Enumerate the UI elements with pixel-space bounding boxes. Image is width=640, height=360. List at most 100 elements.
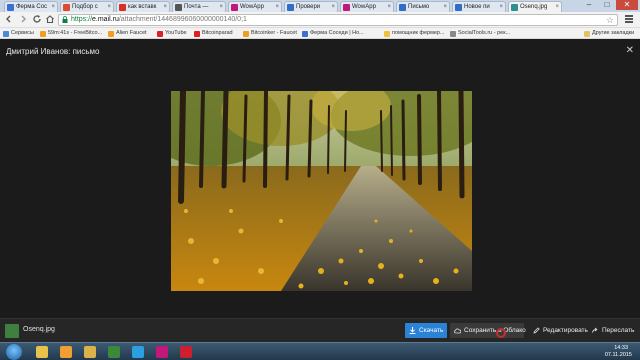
bookmark-label: Ферма Соседи | Но... <box>310 30 364 36</box>
tab-close-icon[interactable]: × <box>499 2 503 12</box>
close-window-button[interactable]: ✕ <box>616 0 638 10</box>
home-icon <box>46 15 54 24</box>
taskbar-app-wowapp[interactable] <box>152 344 172 360</box>
browser-tab[interactable]: Провери × <box>284 1 338 12</box>
file-name: Osenq.jpg <box>23 326 55 333</box>
tab-label: Ферма Сос <box>16 4 48 10</box>
tab-favicon-icon <box>7 4 14 11</box>
download-button[interactable]: Скачать <box>405 323 447 338</box>
tab-favicon-icon <box>63 4 70 11</box>
browser-tab[interactable]: как вставк × <box>116 1 170 12</box>
browser-tab[interactable]: WowApp × <box>340 1 394 12</box>
forward-arrow-icon <box>592 327 598 333</box>
browser-tab[interactable]: WowApp × <box>228 1 282 12</box>
close-icon[interactable]: ✕ <box>626 45 634 56</box>
tab-strip: Ферма Сос × Подбор с × как вставк × Почта — × W… <box>0 0 640 12</box>
taskbar-app-folder[interactable] <box>80 344 100 360</box>
folder-icon <box>584 31 590 37</box>
bookmark-item[interactable]: 59m:41s - FreeBitco... <box>40 29 102 38</box>
edit-button[interactable]: Редактировать <box>529 323 588 338</box>
taskbar-app-skype[interactable] <box>128 344 148 360</box>
minimize-button[interactable]: – <box>580 0 598 10</box>
clock-date[interactable]: 07.11.2015 <box>605 352 632 358</box>
bookmark-item[interactable]: Alien Faucet <box>108 29 147 38</box>
skype-icon <box>132 346 144 358</box>
bookmark-favicon-icon <box>384 31 390 37</box>
bookmark-item[interactable]: SocialTools.ru - рек... <box>450 29 510 38</box>
other-bookmarks-label: Другие закладки <box>592 30 635 36</box>
click-indicator <box>496 328 506 338</box>
bookmark-favicon-icon <box>40 31 46 37</box>
tab-label: Osenq.jpg <box>520 4 548 10</box>
opera-icon <box>180 346 192 358</box>
browser-tab[interactable]: Подбор с × <box>60 1 114 12</box>
save-to-cloud-button[interactable]: Сохранить в Облако <box>450 323 526 338</box>
tab-close-icon[interactable]: × <box>51 2 55 12</box>
start-button[interactable] <box>6 344 22 360</box>
tab-close-icon[interactable]: × <box>443 2 447 12</box>
folder-icon <box>84 346 96 358</box>
bookmarks-bar: Сервисы 59m:41s - FreeBitco... Alien Fauce… <box>0 28 640 39</box>
download-label: Скачать <box>419 327 444 334</box>
url-path: /attachment/14468996060000000140/0;1 <box>118 16 247 23</box>
bookmark-item[interactable]: YouTube <box>157 29 187 38</box>
tab-label: Письмо <box>408 4 430 10</box>
bookmark-item[interactable]: Ферма Соседи | Но... <box>302 29 364 38</box>
viewer-title: Дмитрий Иванов: письмо <box>6 47 100 56</box>
browser-tab[interactable]: Ферма Сос × <box>4 1 58 12</box>
tab-favicon-icon <box>231 4 238 11</box>
forward-email-button[interactable]: Переслать <box>588 323 634 338</box>
chrome-menu-icon[interactable] <box>624 14 634 26</box>
edit-label: Редактировать <box>543 327 588 334</box>
tab-close-icon[interactable]: × <box>107 2 111 12</box>
bookmark-label: Bitcoinparad <box>202 30 233 36</box>
bookmark-star-icon[interactable]: ☆ <box>606 15 614 25</box>
browser-tab[interactable]: Osenq.jpg × <box>508 1 562 12</box>
bookmark-favicon-icon <box>3 31 9 37</box>
bookmark-favicon-icon <box>157 31 163 37</box>
download-icon <box>409 327 416 334</box>
bookmark-item[interactable]: Сервисы <box>3 29 34 38</box>
bookmark-item[interactable]: помощник фермер... <box>384 29 445 38</box>
tab-close-icon[interactable]: × <box>219 2 223 12</box>
browser-tab[interactable]: Письмо × <box>396 1 450 12</box>
other-bookmarks[interactable]: Другие закладки <box>584 29 634 38</box>
forward-button[interactable] <box>17 14 29 26</box>
tab-close-icon[interactable]: × <box>387 2 391 12</box>
tab-favicon-icon <box>175 4 182 11</box>
home-button[interactable] <box>44 14 56 26</box>
bookmark-item[interactable]: Bitcoinparad <box>194 29 233 38</box>
taskbar-app-media[interactable] <box>56 344 76 360</box>
browser-tab[interactable]: Новое пи × <box>452 1 506 12</box>
media-icon <box>60 346 72 358</box>
bookmark-item[interactable]: Bitcoinker - Faucet <box>243 29 297 38</box>
bookmark-label: Bitcoinker - Faucet <box>251 30 297 36</box>
tab-close-icon[interactable]: × <box>331 2 335 12</box>
tab-close-icon[interactable]: × <box>163 2 167 12</box>
taskbar-app-explorer[interactable] <box>32 344 52 360</box>
clock-time[interactable]: 14:33 <box>614 345 628 351</box>
forward-arrow-icon <box>21 15 26 23</box>
maximize-button[interactable]: □ <box>598 0 616 10</box>
tab-close-icon[interactable]: × <box>275 2 279 12</box>
url-input[interactable]: https://e.mail.ru/attachment/14468996060… <box>58 14 618 26</box>
bookmark-label: помощник фермер... <box>392 30 445 36</box>
browser-tab[interactable]: Почта — × <box>172 1 226 12</box>
pencil-icon <box>533 327 540 334</box>
system-tray: 14:33 07.11.2015 <box>546 344 636 360</box>
tab-label: как вставк <box>128 4 157 10</box>
bookmark-favicon-icon <box>302 31 308 37</box>
reload-button[interactable] <box>31 14 43 26</box>
chrome-icon <box>108 346 120 358</box>
tab-favicon-icon <box>119 4 126 11</box>
viewer-bottom-bar: Osenq.jpg Скачать Сохранить в Облако Ред… <box>0 318 640 342</box>
tab-favicon-icon <box>511 4 518 11</box>
bookmark-label: SocialTools.ru - рек... <box>458 30 511 36</box>
taskbar-app-chrome[interactable] <box>104 344 124 360</box>
tab-close-icon[interactable]: × <box>555 2 559 12</box>
taskbar-app-opera[interactable] <box>176 344 196 360</box>
tab-label: WowApp <box>240 4 264 10</box>
back-button[interactable] <box>3 14 15 26</box>
tab-label: Подбор с <box>72 4 98 10</box>
reload-icon <box>33 15 41 23</box>
